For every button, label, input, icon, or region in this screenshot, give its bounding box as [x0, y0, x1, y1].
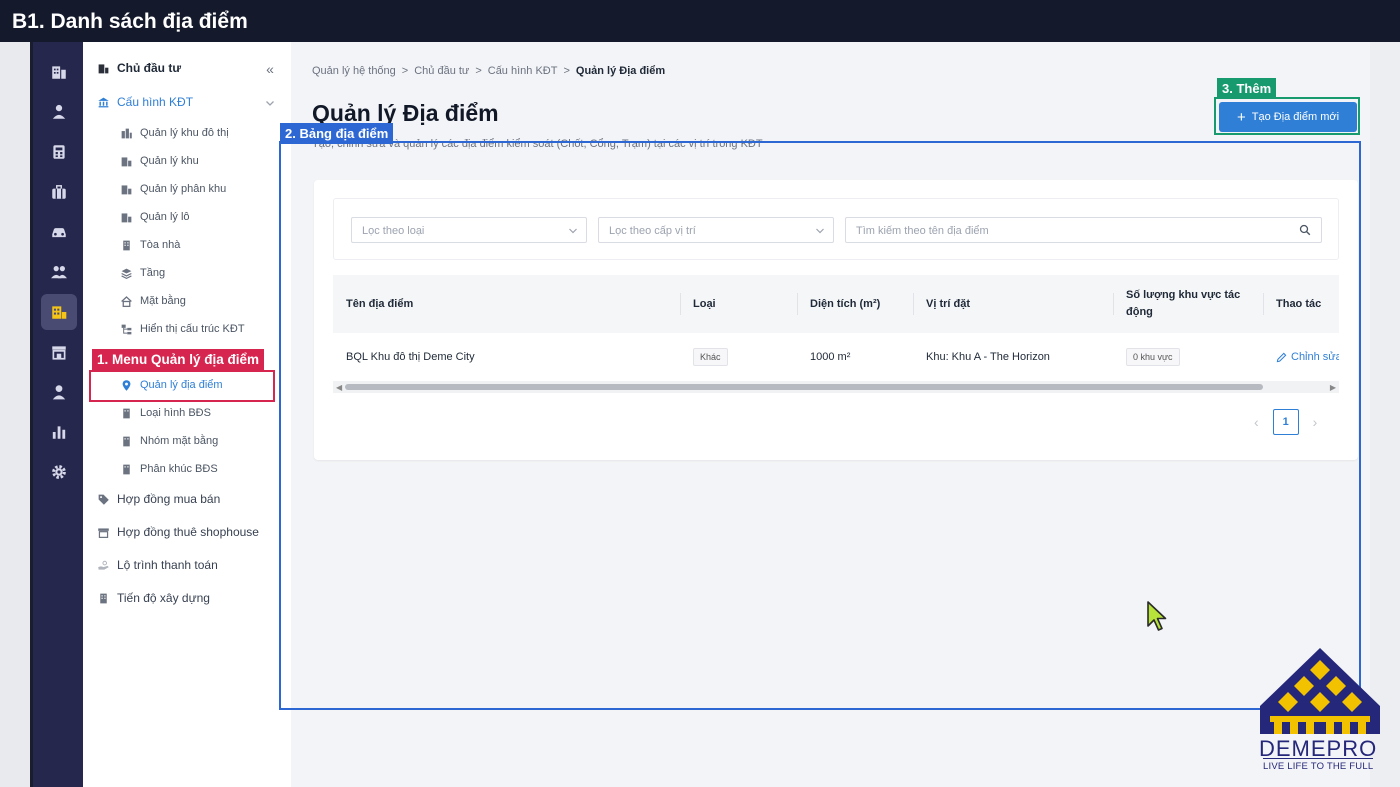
bank-icon	[95, 94, 111, 110]
mouse-cursor-icon	[1147, 601, 1167, 631]
menu-item-label: Quản lý khu đô thị	[140, 127, 229, 139]
annotation-box-menu	[89, 370, 275, 402]
menu-item-quan-ly-khu[interactable]: Quản lý khu	[83, 150, 291, 172]
building-icon	[95, 60, 111, 76]
menu-item-quan-ly-lo[interactable]: Quản lý lô	[83, 206, 291, 228]
menu-item-label: Hiển thị cấu trúc KĐT	[140, 323, 245, 335]
menu-item-hop-dong-mua-ban[interactable]: Hợp đồng mua bán	[83, 488, 291, 510]
annotation-label-add: 3. Thêm	[1217, 78, 1277, 99]
tower-icon	[118, 461, 134, 477]
menu-item-mat-bang[interactable]: Mặt bằng	[83, 290, 291, 312]
menu-item-tien-do-xay-dung[interactable]: Tiến độ xây dựng	[83, 587, 291, 609]
annotation-label-table: 2. Bảng địa điểm	[280, 123, 394, 144]
menu-item-label: Tòa nhà	[140, 239, 181, 251]
rail-calculator-icon[interactable]	[41, 134, 77, 170]
breadcrumb-separator: >	[401, 65, 409, 77]
rail-users-icon[interactable]	[41, 254, 77, 290]
menu-item-quan-ly-khu-do-thi[interactable]: Quản lý khu đô thị	[83, 122, 291, 144]
menu-item-label: Lộ trình thanh toán	[117, 558, 218, 572]
menu-item-loai-hinh-bds[interactable]: Loại hình BĐS	[83, 402, 291, 424]
menu-item-cau-hinh-kdt[interactable]: Cấu hình KĐT	[83, 91, 291, 113]
annotation-box-add	[1214, 97, 1360, 135]
menu-item-lo-trinh-thanh-toan[interactable]: Lộ trình thanh toán	[83, 554, 291, 576]
sitemap-icon	[118, 321, 134, 337]
tower-icon	[118, 405, 134, 421]
building-icon	[118, 181, 134, 197]
menu-item-label: Tiến độ xây dựng	[117, 591, 210, 605]
menu-item-label: Hợp đồng mua bán	[117, 492, 221, 506]
tutorial-banner-title: B1. Danh sách địa điểm	[0, 0, 1400, 42]
building-icon	[118, 209, 134, 225]
breadcrumb-item[interactable]: Chủ đầu tư	[414, 65, 469, 77]
menu-item-phan-khuc-bds[interactable]: Phân khúc BĐS	[83, 458, 291, 480]
rail-shop-icon[interactable]	[41, 334, 77, 370]
menu-item-label: Chủ đầu tư	[117, 61, 182, 75]
rail-chart-icon[interactable]	[41, 414, 77, 450]
logo-tagline: LIVE LIFE TO THE FULL	[1263, 758, 1374, 772]
home-icon	[118, 293, 134, 309]
menu-item-tang[interactable]: Tầng	[83, 262, 291, 284]
menu-panel: « Chủ đầu tư Cấu hình KĐT Quản lý khu đô…	[83, 42, 291, 787]
tower-icon	[95, 590, 111, 606]
menu-item-label: Nhóm mặt bằng	[140, 435, 219, 447]
breadcrumb: Quản lý hệ thống > Chủ đầu tư > Cấu hình…	[312, 65, 665, 77]
menu-item-label: Tầng	[140, 267, 166, 279]
rail-building-icon[interactable]	[41, 54, 77, 90]
breadcrumb-separator: >	[563, 65, 570, 77]
menu-item-label: Cấu hình KĐT	[117, 95, 194, 109]
menu-item-chu-dau-tu[interactable]: Chủ đầu tư	[83, 57, 291, 79]
tower-icon	[118, 237, 134, 253]
menu-item-label: Quản lý phân khu	[140, 183, 227, 195]
menu-item-toa-nha[interactable]: Tòa nhà	[83, 234, 291, 256]
tag-icon	[95, 491, 111, 507]
icon-rail	[33, 42, 83, 787]
menu-item-quan-ly-phan-khu[interactable]: Quản lý phân khu	[83, 178, 291, 200]
rail-briefcase-icon[interactable]	[41, 174, 77, 210]
menu-item-hop-dong-thue-shophouse[interactable]: Hợp đồng thuê shophouse	[83, 521, 291, 543]
rail-user-tie-icon[interactable]	[41, 94, 77, 130]
rail-location-building-icon[interactable]	[41, 294, 77, 330]
menu-item-label: Mặt bằng	[140, 295, 186, 307]
tower-icon	[118, 433, 134, 449]
layers-icon	[118, 265, 134, 281]
menu-item-label: Quản lý lô	[140, 211, 190, 223]
city-icon	[118, 125, 134, 141]
menu-item-label: Loại hình BĐS	[140, 407, 211, 419]
rail-car-icon[interactable]	[41, 214, 77, 250]
annotation-label-menu: 1. Menu Quản lý địa điểm	[92, 349, 265, 370]
annotation-box-table	[279, 141, 1361, 710]
money-hand-icon	[95, 557, 111, 573]
menu-item-label: Phân khúc BĐS	[140, 463, 218, 475]
rail-settings-icon[interactable]	[41, 454, 77, 490]
breadcrumb-current: Quản lý Địa điểm	[575, 65, 666, 77]
menu-item-label: Hợp đồng thuê shophouse	[117, 525, 259, 539]
menu-item-hien-thi-cau-truc-kdt[interactable]: Hiển thị cấu trúc KĐT	[83, 318, 291, 340]
breadcrumb-separator: >	[475, 65, 482, 77]
chevron-down-icon[interactable]	[264, 97, 276, 109]
menu-item-label: Quản lý khu	[140, 155, 199, 167]
rail-user-icon[interactable]	[41, 374, 77, 410]
shop-icon	[95, 524, 111, 540]
breadcrumb-item[interactable]: Quản lý hệ thống	[312, 65, 396, 77]
menu-item-nhom-mat-bang[interactable]: Nhóm mặt bằng	[83, 430, 291, 452]
building-icon	[118, 153, 134, 169]
breadcrumb-item[interactable]: Cấu hình KĐT	[488, 65, 558, 77]
